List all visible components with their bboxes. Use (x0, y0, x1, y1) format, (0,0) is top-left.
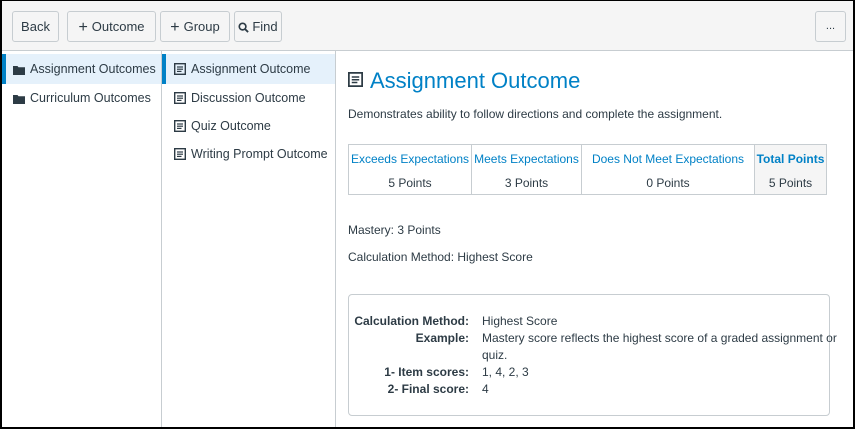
rubric-header-row: Exceeds Expectations Meets Expectations … (348, 144, 827, 172)
calc-method-value: Highest Score (482, 314, 558, 328)
search-icon (238, 22, 250, 33)
rubric-points-total: 5 Points (754, 172, 827, 195)
document-icon (348, 72, 363, 87)
add-outcome-button[interactable]: + Outcome (67, 11, 156, 42)
outcome-label: Quiz Outcome (191, 119, 271, 133)
outcome-title: Assignment Outcome (348, 68, 580, 94)
mastery-text: Mastery: 3 Points (348, 223, 441, 237)
rubric-points: 5 Points (348, 172, 472, 195)
calculation-details-box: Calculation Method: Highest Score Exampl… (348, 294, 837, 416)
outcome-item-quiz-outcome[interactable]: Quiz Outcome (162, 111, 335, 141)
rubric-points: 3 Points (471, 172, 582, 195)
group-item-curriculum-outcomes[interactable]: Curriculum Outcomes (2, 83, 161, 113)
folder-icon (13, 95, 25, 104)
item-scores-value: 1, 4, 2, 3 (482, 365, 529, 379)
outcome-label: Writing Prompt Outcome (191, 147, 328, 161)
rubric-table: Exceeds Expectations Meets Expectations … (348, 144, 827, 195)
rubric-points: 0 Points (581, 172, 755, 195)
add-group-label: Group (183, 19, 220, 34)
toolbar: Back + Outcome + Group Find ... (2, 1, 853, 51)
outcome-label: Assignment Outcome (191, 62, 311, 76)
plus-icon: + (170, 19, 180, 36)
outcome-title-text: Assignment Outcome (370, 68, 581, 93)
rubric-header: Meets Expectations (471, 144, 582, 172)
document-icon (174, 120, 186, 132)
more-label: ... (825, 20, 836, 32)
rubric-header: Does Not Meet Expectations (581, 144, 755, 172)
plus-icon: + (78, 19, 88, 36)
group-label: Curriculum Outcomes (30, 91, 151, 105)
outcome-list: Assignment Outcome Discussion Outcome Qu… (162, 51, 336, 427)
outcome-item-assignment-outcome[interactable]: Assignment Outcome (162, 54, 335, 84)
find-button[interactable]: Find (234, 11, 282, 42)
outcome-item-writing-prompt-outcome[interactable]: Writing Prompt Outcome (162, 139, 335, 169)
document-icon (174, 148, 186, 160)
group-label: Assignment Outcomes (30, 62, 156, 76)
calc-method-key: Calculation Method: (354, 314, 469, 328)
rubric-points-row: 5 Points 3 Points 0 Points 5 Points (348, 172, 827, 195)
find-label: Find (252, 19, 278, 34)
final-score-key: 2- Final score: (387, 382, 469, 396)
more-options-button[interactable]: ... (815, 11, 846, 42)
outcome-label: Discussion Outcome (191, 91, 306, 105)
back-label: Back (21, 19, 50, 34)
back-button[interactable]: Back (12, 11, 59, 42)
document-icon (174, 63, 186, 75)
group-item-assignment-outcomes[interactable]: Assignment Outcomes (2, 54, 161, 84)
add-group-button[interactable]: + Group (160, 11, 230, 42)
calc-example-line2: quiz. (482, 348, 508, 362)
rubric-header: Exceeds Expectations (348, 144, 472, 172)
document-icon (174, 92, 186, 104)
outcome-description: Demonstrates ability to follow direction… (348, 107, 723, 121)
outcomes-window: Back + Outcome + Group Find ... Assignment… (0, 0, 855, 429)
add-outcome-label: Outcome (91, 19, 145, 34)
final-score-value: 4 (482, 382, 489, 396)
calc-example-line1: Mastery score reflects the highest score… (482, 331, 837, 345)
calculation-method-text: Calculation Method: Highest Score (348, 250, 533, 264)
calc-example-key: Example: (415, 331, 469, 345)
rubric-header-total: Total Points (754, 144, 827, 172)
item-scores-key: 1- Item scores: (384, 365, 469, 379)
group-list: Assignment Outcomes Curriculum Outcomes (2, 51, 162, 427)
outcome-detail: Assignment Outcome Demonstrates ability … (336, 51, 853, 427)
outcome-item-discussion-outcome[interactable]: Discussion Outcome (162, 83, 335, 113)
folder-icon (13, 66, 25, 75)
